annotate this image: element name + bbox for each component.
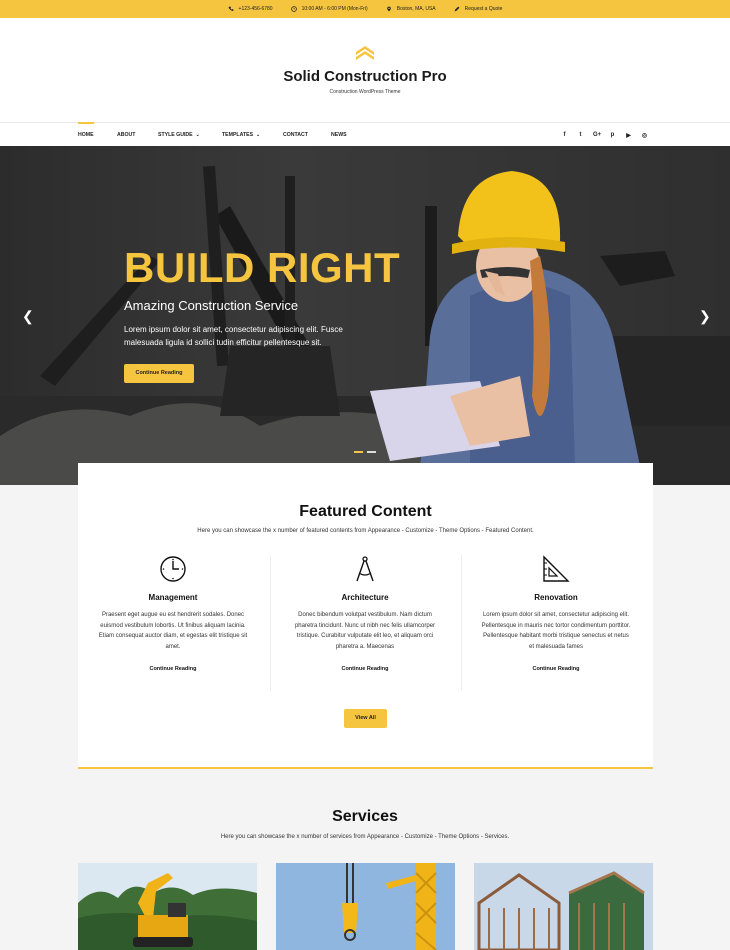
nav-label: CONTACT — [283, 132, 308, 138]
hours-info: 10:00 AM - 6:00 PM (Mon-Fri) — [290, 6, 368, 12]
featured-item-title: Architecture — [341, 593, 389, 602]
service-image-crane[interactable] — [276, 863, 455, 950]
nav-item-contact[interactable]: CONTACT — [283, 123, 331, 147]
top-bar: +123-456-6780 10:00 AM - 6:00 PM (Mon-Fr… — [0, 0, 730, 18]
hero-description: Lorem ipsum dolor sit amet, consectetur … — [124, 325, 343, 347]
slider-dots — [354, 451, 376, 453]
nav-label: HOME — [78, 132, 94, 138]
nav-label: NEWS — [331, 132, 347, 138]
phone-number: +123-456-6780 — [238, 6, 273, 12]
next-slide-arrow-icon[interactable]: ❯ — [699, 308, 711, 325]
services-title: Services — [332, 808, 398, 825]
nav-item-about[interactable]: ABOUT — [117, 123, 158, 147]
chevron-down-icon: ⌄ — [256, 132, 261, 138]
featured-item-text: Praesent eget augue eu est hendrerit sod… — [98, 612, 248, 650]
site-tagline: Construction WordPress Theme — [329, 89, 401, 95]
nav-label: STYLE GUIDE — [158, 132, 193, 138]
nav-item-news[interactable]: NEWS — [331, 123, 347, 147]
clock-icon — [160, 556, 186, 582]
clock-icon — [290, 6, 297, 12]
map-pin-icon — [386, 6, 391, 12]
featured-item-architecture: Architecture Donec bibendum volutpat ves… — [270, 555, 460, 672]
instagram-icon[interactable]: ◎ — [641, 132, 648, 139]
quote-text: Request a Quote — [464, 6, 503, 12]
nav-menu: HOME ABOUT STYLE GUIDE ⌄ TEMPLATES ⌄ CONTA… — [78, 122, 347, 147]
location-info: Boston, MA, USA — [386, 6, 436, 12]
location-text: Boston, MA, USA — [396, 6, 436, 12]
nav-label: ABOUT — [117, 132, 136, 138]
pencil-icon — [454, 6, 460, 12]
prev-slide-arrow-icon[interactable]: ❮ — [22, 308, 34, 325]
continue-reading-link[interactable]: Continue Reading — [78, 666, 268, 672]
featured-subtitle: Here you can showcase the x number of fe… — [197, 528, 534, 534]
site-title[interactable]: Solid Construction Pro — [0, 68, 730, 85]
featured-item-text: Donec bibendum volutpat vestibulum. Nam … — [294, 612, 436, 650]
nav-item-style-guide[interactable]: STYLE GUIDE ⌄ — [158, 123, 222, 147]
slide-dot-active[interactable] — [354, 451, 363, 453]
phone-info[interactable]: +123-456-6780 — [228, 6, 273, 12]
chevron-logo-icon[interactable] — [354, 42, 376, 64]
featured-item-title: Management — [148, 593, 198, 602]
nav-item-home[interactable]: HOME — [78, 122, 117, 147]
hero-subtitle: Amazing Construction Service — [124, 298, 299, 313]
continue-reading-link[interactable]: Continue Reading — [461, 666, 651, 672]
twitter-icon[interactable]: t — [577, 132, 584, 138]
compass-icon — [356, 556, 374, 582]
chevron-down-icon: ⌄ — [195, 132, 200, 138]
hero-title: BUILD RIGHT — [124, 244, 401, 291]
quote-link[interactable]: Request a Quote — [454, 6, 503, 12]
site-header: Solid Construction Pro Construction Word… — [0, 18, 730, 122]
view-all-button[interactable]: View All — [344, 709, 387, 728]
featured-item-renovation: Renovation Lorem ipsum dolor sit amet, c… — [461, 555, 651, 672]
featured-content-section: Featured Content Here you can showcase t… — [78, 463, 653, 769]
featured-title: Featured Content — [299, 503, 432, 520]
set-square-icon — [543, 555, 570, 582]
continue-reading-link[interactable]: Continue Reading — [270, 666, 460, 672]
facebook-icon[interactable]: f — [561, 132, 568, 138]
youtube-icon[interactable]: ▶ — [625, 132, 632, 139]
featured-item-text: Lorem ipsum dolor sit amet, consectetur … — [481, 612, 631, 650]
nav-label: TEMPLATES — [222, 132, 254, 138]
business-hours: 10:00 AM - 6:00 PM (Mon-Fri) — [301, 6, 368, 12]
social-links: f t G+ p ▶ ◎ — [561, 123, 648, 147]
phone-icon — [228, 6, 233, 11]
hero-continue-button[interactable]: Continue Reading — [124, 364, 194, 383]
hero-slider: BUILD RIGHT Amazing Construction Service… — [0, 146, 730, 485]
service-image-house-frame[interactable] — [474, 863, 653, 950]
featured-item-management: Management Praesent eget augue eu est he… — [78, 555, 268, 672]
services-subtitle: Here you can showcase the x number of se… — [220, 834, 510, 840]
hero-background-image — [0, 165, 730, 485]
service-image-excavator[interactable] — [78, 863, 257, 950]
nav-item-templates[interactable]: TEMPLATES ⌄ — [222, 123, 283, 147]
google-plus-icon[interactable]: G+ — [593, 132, 601, 138]
pinterest-icon[interactable]: p — [609, 132, 616, 138]
main-navigation: HOME ABOUT STYLE GUIDE ⌄ TEMPLATES ⌄ CONTA… — [0, 122, 730, 146]
slide-dot[interactable] — [367, 451, 376, 453]
featured-item-title: Renovation — [534, 593, 578, 602]
